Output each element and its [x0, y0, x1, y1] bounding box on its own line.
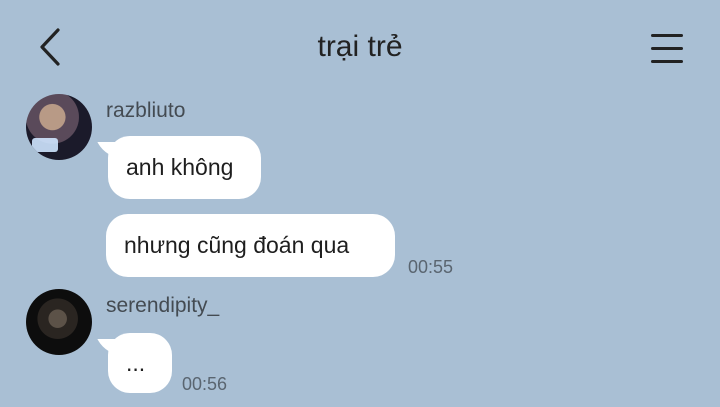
- avatar[interactable]: [26, 94, 92, 160]
- sender-name: razbliuto: [106, 99, 186, 122]
- avatar-photo-detail: [32, 138, 58, 152]
- message-bubble[interactable]: ...: [108, 333, 172, 393]
- chat-title: trại trẻ: [317, 30, 403, 63]
- message-text: nhưng cũng đoán qua: [124, 232, 350, 258]
- message-bubble[interactable]: nhưng cũng đoán qua: [106, 214, 395, 277]
- sender-name: serendipity_: [106, 294, 220, 317]
- chat-header: trại trẻ: [0, 0, 720, 96]
- message-bubble[interactable]: anh không: [108, 136, 261, 199]
- message-timestamp: 00:55: [408, 257, 454, 277]
- message-timestamp: 00:56: [182, 374, 228, 394]
- hamburger-menu-icon: [651, 34, 683, 37]
- message-text: ...: [126, 349, 146, 376]
- menu-button[interactable]: [648, 30, 688, 66]
- hamburger-line: [651, 60, 683, 63]
- avatar[interactable]: [26, 289, 92, 355]
- hamburger-line: [651, 47, 683, 50]
- message-text: anh không: [126, 154, 234, 180]
